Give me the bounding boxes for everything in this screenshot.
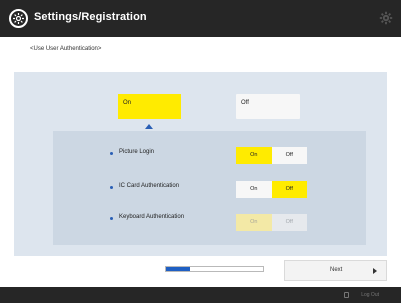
bullet-icon <box>110 186 113 189</box>
keyboard-auth-on-button: On <box>236 214 272 231</box>
section-subtitle: <Use User Authentication> <box>30 46 102 52</box>
next-button-label: Next <box>330 267 343 273</box>
selection-indicator-icon <box>145 124 153 129</box>
bullet-icon <box>110 152 113 155</box>
ic-card-auth-label: IC Card Authentication <box>119 183 180 189</box>
use-auth-on-button[interactable]: On <box>118 94 181 119</box>
picture-login-toggle: On Off <box>236 147 307 164</box>
arrow-right-icon <box>373 268 377 274</box>
bullet-icon <box>110 217 113 220</box>
keyboard-auth-toggle: On Off <box>236 214 307 231</box>
next-button[interactable]: Next <box>284 260 387 281</box>
settings-registration-icon <box>9 9 28 28</box>
gear-icon[interactable] <box>379 11 393 25</box>
logout-button[interactable]: Log Out <box>361 292 379 298</box>
auth-options-panel <box>53 131 366 245</box>
title-bar: Settings/Registration <box>0 0 401 37</box>
use-auth-off-button[interactable]: Off <box>236 94 300 119</box>
page-title: Settings/Registration <box>34 11 147 23</box>
ic-card-auth-off-button[interactable]: Off <box>271 181 307 198</box>
ic-card-auth-toggle: On Off <box>236 181 307 198</box>
keyboard-auth-off-button: Off <box>271 214 307 231</box>
logout-icon <box>344 292 349 298</box>
wizard-progress-bar <box>165 266 264 272</box>
picture-login-off-button[interactable]: Off <box>271 147 307 164</box>
picture-login-on-button[interactable]: On <box>236 147 272 164</box>
progress-fill <box>166 267 191 271</box>
picture-login-label: Picture Login <box>119 149 155 155</box>
ic-card-auth-on-button[interactable]: On <box>236 181 272 198</box>
keyboard-auth-label: Keyboard Authentication <box>119 214 185 220</box>
footer-bar: Log Out <box>0 287 401 303</box>
